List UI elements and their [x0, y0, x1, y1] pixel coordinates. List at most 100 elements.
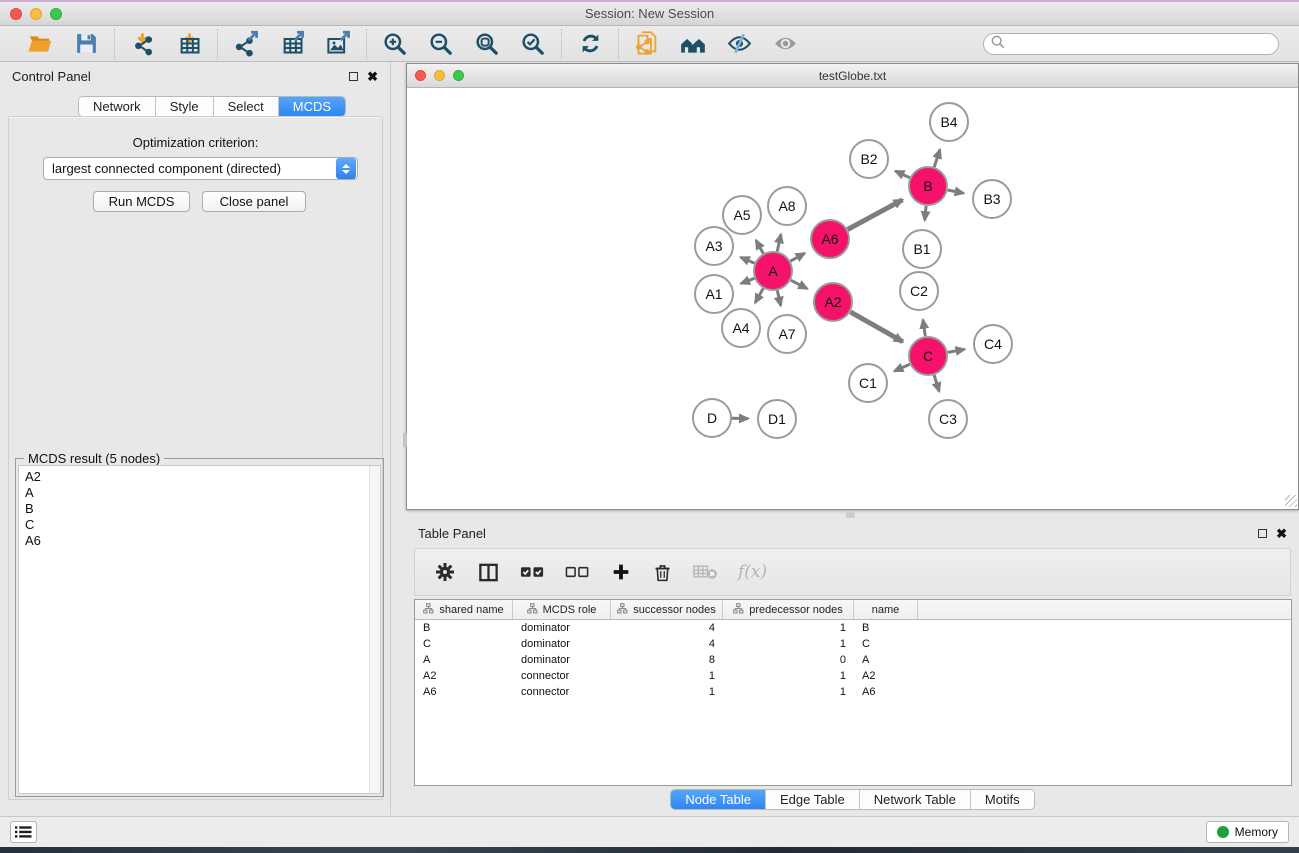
graph-edge-A-A3[interactable] [741, 257, 755, 263]
select-all-checks-icon[interactable] [520, 563, 545, 581]
import-network-icon[interactable] [129, 30, 157, 58]
mcds-result-item[interactable]: A2 [25, 469, 369, 485]
refresh-icon[interactable] [576, 30, 604, 58]
graph-node-B1[interactable]: B1 [903, 230, 941, 268]
graph-node-B3[interactable]: B3 [973, 180, 1011, 218]
home-pair-icon[interactable] [679, 30, 707, 58]
new-network-doc-icon[interactable] [633, 30, 661, 58]
task-history-button[interactable] [10, 821, 37, 843]
graph-edge-C-C2[interactable] [923, 320, 925, 337]
float-table-panel-icon[interactable] [1258, 529, 1267, 538]
criterion-dropdown[interactable]: largest connected component (directed) [43, 157, 358, 180]
graph-edge-B-B1[interactable] [925, 206, 926, 220]
horizontal-splitter-grip[interactable] [846, 512, 855, 518]
graph-edge-B-B3[interactable] [948, 190, 964, 193]
tab-network-table[interactable]: Network Table [860, 790, 971, 809]
graph-edge-A-A1[interactable] [741, 278, 754, 283]
tab-network[interactable]: Network [79, 97, 156, 116]
graph-edge-A-A8[interactable] [777, 234, 781, 251]
table-row[interactable]: Adominator80A [415, 652, 1291, 668]
run-mcds-button[interactable]: Run MCDS [93, 191, 190, 212]
graph-node-B2[interactable]: B2 [850, 140, 888, 178]
graph-node-C4[interactable]: C4 [974, 325, 1012, 363]
zoom-fit-icon[interactable] [473, 30, 501, 58]
network-window-titlebar[interactable]: testGlobe.txt [407, 64, 1298, 88]
delete-trash-icon[interactable] [652, 561, 673, 584]
graph-node-C2[interactable]: C2 [900, 272, 938, 310]
search-field[interactable] [983, 33, 1279, 55]
column-header-successor-nodes[interactable]: successor nodes [611, 600, 723, 619]
close-panel-icon[interactable]: ✖ [367, 70, 378, 83]
tab-edge-table[interactable]: Edge Table [766, 790, 860, 809]
graph-node-A1[interactable]: A1 [695, 275, 733, 313]
graph-node-C3[interactable]: C3 [929, 400, 967, 438]
column-header-shared-name[interactable]: shared name [415, 600, 513, 619]
graph-edge-C-C1[interactable] [894, 364, 909, 371]
graph-node-A5[interactable]: A5 [723, 196, 761, 234]
show-columns-icon[interactable] [477, 561, 500, 584]
graph-node-A6[interactable]: A6 [811, 220, 849, 258]
zoom-in-icon[interactable] [381, 30, 409, 58]
open-file-icon[interactable] [26, 30, 54, 58]
graph-edge-A2-C[interactable] [850, 312, 902, 342]
graph-edge-A-A5[interactable] [756, 240, 763, 253]
mcds-result-item[interactable]: C [25, 517, 369, 533]
graph-node-D[interactable]: D [693, 399, 731, 437]
graph-node-D1[interactable]: D1 [758, 400, 796, 438]
graph-edge-A-A6[interactable] [790, 253, 804, 261]
tab-node-table[interactable]: Node Table [671, 790, 766, 809]
graph-node-B[interactable]: B [909, 167, 947, 205]
column-header-predecessor-nodes[interactable]: predecessor nodes [723, 600, 854, 619]
graph-edge-A6-B[interactable] [848, 200, 903, 230]
graph-node-B4[interactable]: B4 [930, 103, 968, 141]
tab-motifs[interactable]: Motifs [971, 790, 1034, 809]
graph-node-C[interactable]: C [909, 337, 947, 375]
mcds-result-item[interactable]: A6 [25, 533, 369, 549]
column-header-MCDS-role[interactable]: MCDS role [513, 600, 611, 619]
graph-edge-C-C4[interactable] [948, 349, 965, 352]
network-canvas[interactable]: B4 B2 B B3 A8A5 A6 A3 B1 A C2 A1 A2 A4A7 C4 C C1 C3 D D1 [407, 88, 1298, 508]
memory-button[interactable]: Memory [1206, 821, 1289, 843]
close-panel-button[interactable]: Close panel [202, 191, 306, 212]
tab-mcds[interactable]: MCDS [279, 97, 345, 116]
graph-node-C1[interactable]: C1 [849, 364, 887, 402]
hide-details-eye-icon[interactable] [725, 30, 753, 58]
zoom-out-icon[interactable] [427, 30, 455, 58]
add-column-icon[interactable] [610, 561, 632, 583]
show-details-eye-icon[interactable] [771, 30, 799, 58]
mcds-result-item[interactable]: A [25, 485, 369, 501]
graph-node-A2[interactable]: A2 [814, 283, 852, 321]
graph-edge-C-C3[interactable] [934, 375, 939, 391]
splitter-handle[interactable] [403, 433, 407, 447]
graph-node-A[interactable]: A [754, 252, 792, 290]
table-row[interactable]: A2connector11A2 [415, 668, 1291, 684]
graph-node-A3[interactable]: A3 [695, 227, 733, 265]
table-row[interactable]: A6connector11A6 [415, 684, 1291, 700]
import-table-icon[interactable] [175, 30, 203, 58]
graph-node-A8[interactable]: A8 [768, 187, 806, 225]
tab-select[interactable]: Select [214, 97, 279, 116]
column-header-name[interactable]: name [854, 600, 918, 619]
window-resize-grip[interactable] [1285, 495, 1297, 507]
gear-icon[interactable] [433, 560, 457, 584]
graph-edge-B-B4[interactable] [934, 150, 940, 167]
unselect-all-checks-icon[interactable] [565, 563, 590, 581]
export-network-icon[interactable] [232, 30, 260, 58]
mcds-result-item[interactable]: B [25, 501, 369, 517]
export-image-icon[interactable] [324, 30, 352, 58]
float-panel-icon[interactable] [349, 72, 358, 81]
zoom-selected-icon[interactable] [519, 30, 547, 58]
close-table-panel-icon[interactable]: ✖ [1276, 527, 1287, 540]
search-input[interactable] [1010, 35, 1278, 53]
graph-node-A7[interactable]: A7 [768, 315, 806, 353]
table-row[interactable]: Bdominator41B [415, 620, 1291, 636]
graph-node-A4[interactable]: A4 [722, 309, 760, 347]
result-scrollbar[interactable] [369, 466, 380, 793]
graph-edge-A-A7[interactable] [777, 291, 780, 306]
tab-style[interactable]: Style [156, 97, 214, 116]
table-row[interactable]: Cdominator41C [415, 636, 1291, 652]
graph-edge-A-A4[interactable] [755, 288, 763, 302]
export-table-icon[interactable] [278, 30, 306, 58]
save-session-icon[interactable] [72, 30, 100, 58]
graph-edge-A-A2[interactable] [791, 280, 807, 289]
